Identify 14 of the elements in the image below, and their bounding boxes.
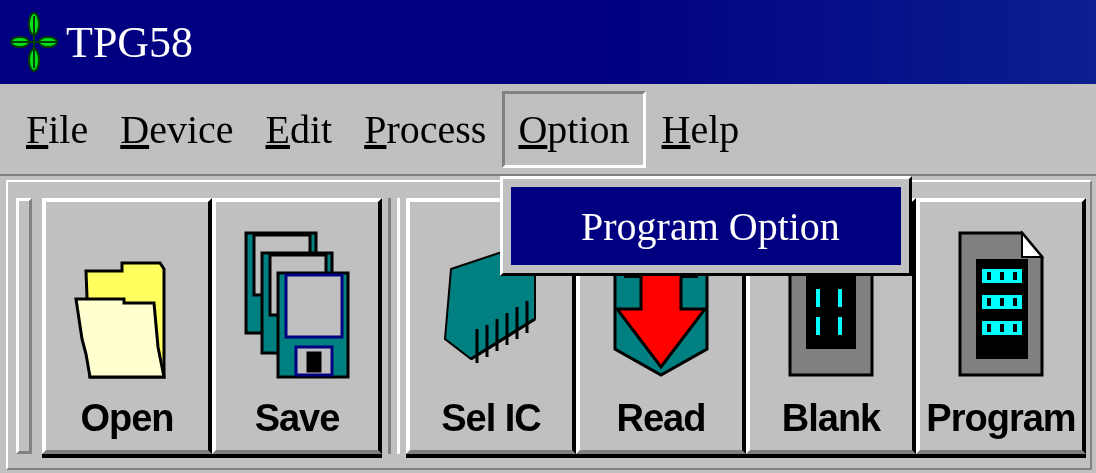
menu-item[interactable]: File [10,90,105,168]
menu-item[interactable]: Edit [249,90,349,168]
menu-item[interactable]: Option [502,90,646,168]
menu-item[interactable]: Device [104,90,250,168]
toolbar-button[interactable]: Program [916,198,1086,454]
window-title: TPG58 [66,16,194,68]
menu-item[interactable]: Help [645,90,756,168]
toolbar-button[interactable]: Save [212,198,382,454]
toolbar-button[interactable]: Open [42,198,212,454]
dropdown-item[interactable]: Program Option [509,185,903,267]
floppy-disks-icon [242,229,352,379]
document-icon [956,229,1046,379]
menu-item[interactable]: Process [348,90,503,168]
toolbar-grip[interactable] [16,198,32,454]
